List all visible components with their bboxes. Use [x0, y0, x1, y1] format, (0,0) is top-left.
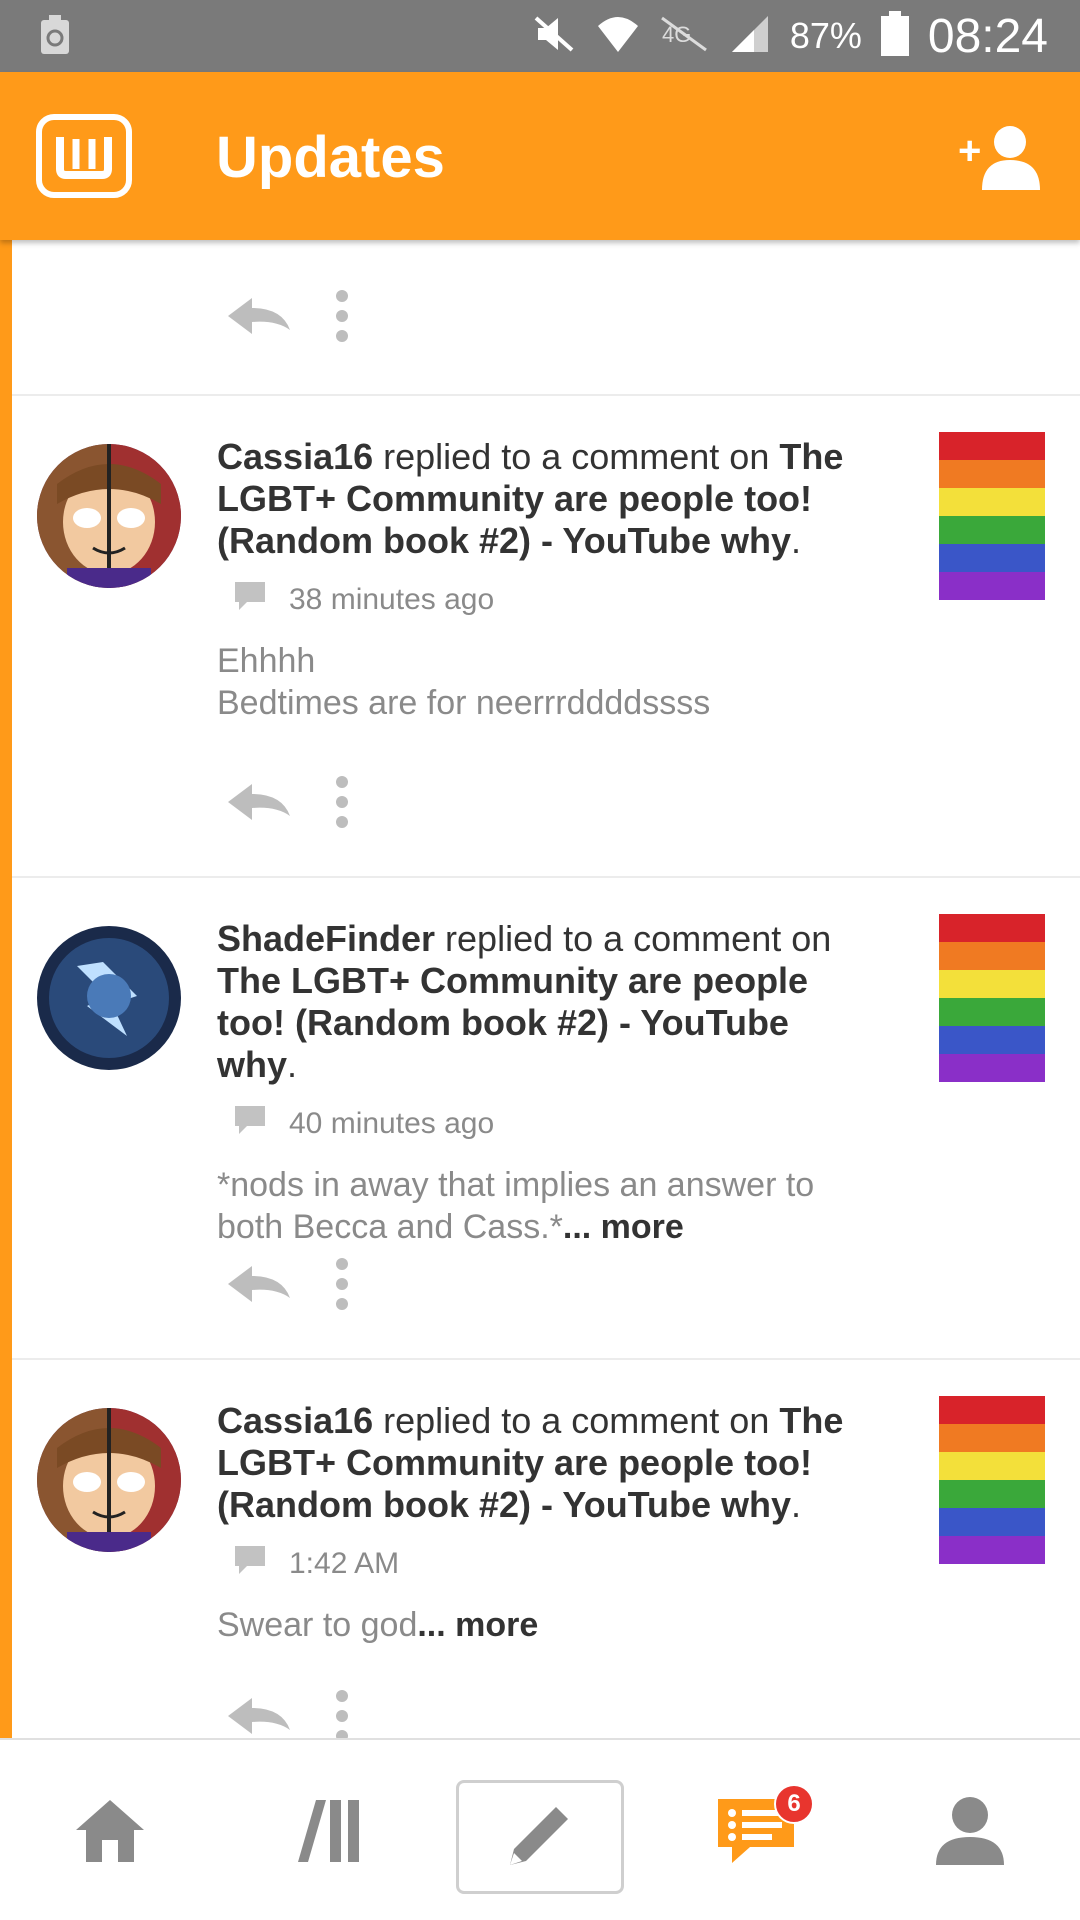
avatar[interactable] [37, 1408, 181, 1552]
mute-icon [532, 14, 576, 59]
reply-icon[interactable] [224, 294, 294, 343]
timestamp: 38 minutes ago [289, 583, 495, 616]
update-action-text: replied to a comment on [435, 918, 832, 959]
feed-left-accent [0, 240, 12, 1738]
reply-icon[interactable] [224, 1262, 294, 1311]
reply-icon[interactable] [224, 1694, 294, 1738]
story-cover-thumbnail[interactable] [939, 914, 1045, 1082]
notifications-icon[interactable] [706, 1740, 806, 1920]
update-action-text: replied to a comment on [373, 1400, 780, 1441]
status-bar: 4G 87% 08:24 [0, 0, 1080, 72]
feed-card[interactable]: ShadeFinder replied to a comment on The … [12, 878, 1080, 1360]
headline-period: . [287, 1044, 298, 1085]
feed-card-partial [12, 240, 1080, 396]
update-headline: Cassia16 replied to a comment on The LGB… [217, 1400, 877, 1526]
username-link[interactable]: ShadeFinder [217, 918, 435, 959]
page-title: Updates [216, 125, 445, 190]
comment-text: *nods in away that implies an answer to … [217, 1164, 877, 1248]
update-headline: ShadeFinder replied to a comment on The … [217, 918, 877, 1086]
comment-line: both Becca and Cass.* [217, 1208, 563, 1246]
update-action-text: replied to a comment on [373, 436, 780, 477]
timestamp: 1:42 AM [289, 1547, 400, 1580]
clock: 08:24 [927, 9, 1048, 63]
update-meta: 38 minutes ago [217, 580, 877, 620]
feed-card[interactable]: Cassia16 replied to a comment on The LGB… [12, 396, 1080, 878]
battery-percent: 87% [789, 15, 862, 56]
more-link[interactable]: ... more [417, 1606, 538, 1644]
more-link[interactable]: ... more [563, 1208, 684, 1246]
more-vert-icon[interactable] [334, 1256, 350, 1317]
username-link[interactable]: Cassia16 [217, 1400, 373, 1441]
reply-icon[interactable] [224, 780, 294, 829]
more-vert-icon[interactable] [334, 288, 350, 349]
battery-icon [880, 10, 910, 62]
updates-feed[interactable]: Cassia16 replied to a comment on The LGB… [0, 240, 1080, 1738]
update-meta: 1:42 AM [217, 1544, 877, 1584]
story-link[interactable]: The LGBT+ Community are people too! (Ran… [217, 960, 808, 1085]
write-button[interactable] [456, 1780, 624, 1894]
feed-card[interactable]: Cassia16 replied to a comment on The LGB… [12, 1360, 1080, 1738]
avatar[interactable] [37, 926, 181, 1070]
app-bar: Updates + [0, 72, 1080, 240]
comment-line: Swear to god [217, 1606, 418, 1644]
headline-period: . [791, 520, 802, 561]
comment-text: Swear to god... more [217, 1604, 877, 1646]
avatar[interactable] [37, 444, 181, 588]
svg-text:+: + [958, 129, 981, 173]
comment-icon [233, 1544, 267, 1584]
comment-line: *nods in away that implies an answer to [217, 1166, 815, 1204]
home-icon[interactable] [60, 1740, 160, 1920]
write-icon [502, 1797, 578, 1878]
bottom-navigation: 6 [0, 1738, 1080, 1920]
wattpad-logo-icon[interactable] [36, 114, 132, 198]
signal-icon [728, 12, 772, 61]
comment-icon [233, 580, 267, 620]
comment-icon [233, 1104, 267, 1144]
comment-line: Bedtimes are for neerrrddddssss [217, 684, 711, 722]
username-link[interactable]: Cassia16 [217, 436, 373, 477]
more-vert-icon[interactable] [334, 774, 350, 835]
notification-count-badge: 6 [774, 1784, 814, 1824]
comment-line: Ehhhh [217, 642, 316, 680]
update-headline: Cassia16 replied to a comment on The LGB… [217, 436, 877, 562]
add-user-icon[interactable]: + [958, 120, 1044, 192]
more-vert-icon[interactable] [334, 1688, 350, 1738]
recycle-icon [38, 14, 72, 61]
data-disabled-icon: 4G [660, 14, 710, 59]
wifi-icon [594, 12, 642, 61]
story-cover-thumbnail[interactable] [939, 432, 1045, 600]
library-icon[interactable] [278, 1740, 378, 1920]
comment-text: Ehhhh Bedtimes are for neerrrddddssss [217, 640, 877, 724]
story-cover-thumbnail[interactable] [939, 1396, 1045, 1564]
timestamp: 40 minutes ago [289, 1107, 495, 1140]
headline-period: . [791, 1484, 802, 1525]
update-meta: 40 minutes ago [217, 1104, 877, 1144]
profile-icon[interactable] [920, 1740, 1020, 1920]
